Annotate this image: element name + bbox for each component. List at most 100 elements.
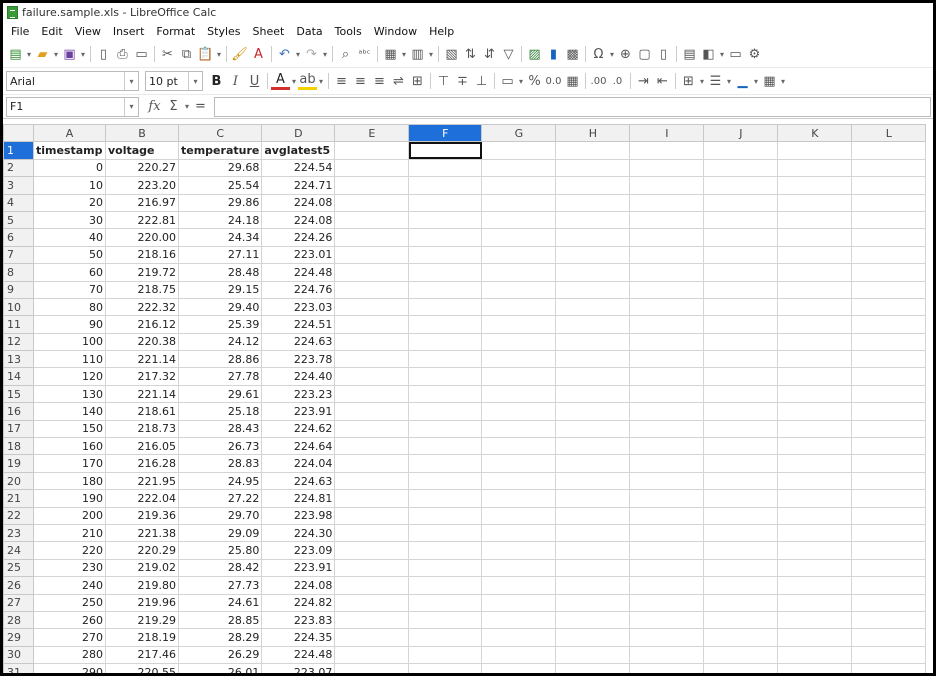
column-header-e[interactable]: E (334, 123, 410, 143)
cell-g18[interactable] (481, 437, 557, 456)
cell-c19[interactable]: 28.83 (177, 454, 263, 473)
cell-i31[interactable] (629, 663, 705, 673)
chevron-down-icon[interactable]: ▾ (124, 72, 138, 90)
cell-j21[interactable] (703, 489, 779, 508)
cell-h21[interactable] (555, 489, 631, 508)
cell-g25[interactable] (481, 558, 557, 578)
cell-e2[interactable] (334, 158, 410, 178)
copy-icon[interactable]: ⧉ (177, 44, 196, 64)
highlight-icon[interactable]: ab (298, 72, 317, 90)
cell-i15[interactable] (629, 384, 705, 404)
cell-e9[interactable] (334, 280, 410, 299)
cell-b4[interactable]: 216.97 (105, 193, 179, 212)
cell-k26[interactable] (777, 576, 853, 595)
cell-c3[interactable]: 25.54 (177, 176, 263, 195)
comment-icon[interactable]: ▢ (635, 44, 654, 64)
cell-k12[interactable] (777, 332, 853, 352)
cell-e4[interactable] (334, 193, 410, 212)
cell-k13[interactable] (777, 350, 853, 369)
cell-i2[interactable] (629, 158, 705, 178)
cell-l30[interactable] (851, 645, 927, 665)
undo-icon[interactable]: ↶ (275, 44, 294, 64)
cell-f3[interactable] (408, 176, 483, 195)
cell-j22[interactable] (703, 506, 779, 525)
cell-i26[interactable] (629, 576, 705, 595)
cell-a16[interactable]: 140 (33, 402, 106, 421)
cell-k1[interactable] (777, 141, 853, 160)
cell-k22[interactable] (777, 506, 853, 525)
cell-d5[interactable]: 224.08 (261, 210, 336, 230)
cell-i12[interactable] (629, 332, 705, 352)
cell-a2[interactable]: 0 (33, 158, 106, 178)
cell-a1[interactable]: timestamp (33, 141, 106, 160)
redo-icon[interactable]: ↷ (302, 44, 321, 64)
cell-a11[interactable]: 90 (33, 315, 106, 334)
function-wizard-icon[interactable]: fx (145, 97, 164, 117)
cell-c20[interactable]: 24.95 (177, 471, 263, 491)
align-bottom-icon[interactable]: ⊥ (472, 71, 491, 91)
cell-j12[interactable] (703, 332, 779, 352)
cell-b22[interactable]: 219.36 (105, 506, 179, 525)
cell-d1[interactable]: avglatest5 (261, 141, 336, 160)
cell-g4[interactable] (481, 193, 557, 212)
find-replace-icon[interactable]: ⌕ (336, 44, 355, 64)
cell-a14[interactable]: 120 (33, 367, 106, 386)
cell-h25[interactable] (555, 558, 631, 578)
cell-a24[interactable]: 220 (33, 541, 106, 560)
cell-a15[interactable]: 130 (33, 384, 106, 404)
cell-f8[interactable] (408, 263, 483, 282)
menu-edit[interactable]: Edit (35, 25, 68, 38)
cell-k4[interactable] (777, 193, 853, 212)
chevron-down-icon[interactable]: ▾ (779, 71, 787, 91)
cell-i23[interactable] (629, 523, 705, 543)
cell-b10[interactable]: 222.32 (105, 297, 179, 317)
cell-g28[interactable] (481, 610, 557, 630)
cell-a20[interactable]: 180 (33, 471, 106, 491)
pivot-table-icon[interactable]: ▩ (563, 44, 582, 64)
cell-j4[interactable] (703, 193, 779, 212)
cell-h11[interactable] (555, 315, 631, 334)
cell-g31[interactable] (481, 663, 557, 673)
cell-d26[interactable]: 224.08 (261, 576, 336, 595)
export-pdf-icon[interactable]: ▯ (94, 44, 113, 64)
cell-f14[interactable] (408, 367, 483, 386)
cell-k14[interactable] (777, 367, 853, 386)
select-all-corner[interactable] (3, 123, 34, 143)
cell-g10[interactable] (481, 297, 557, 317)
cell-f31[interactable] (408, 663, 483, 673)
cell-j6[interactable] (703, 228, 779, 247)
cell-f4[interactable] (408, 193, 483, 212)
cell-a7[interactable]: 50 (33, 245, 106, 265)
cell-l1[interactable] (851, 141, 927, 160)
cell-e15[interactable] (334, 384, 410, 404)
cell-l8[interactable] (851, 263, 927, 282)
column-header-d[interactable]: D (261, 123, 336, 143)
row-header[interactable]: 16 (3, 402, 34, 421)
cell-d11[interactable]: 224.51 (261, 315, 336, 334)
open-icon[interactable]: ▰ (33, 44, 52, 64)
cell-i5[interactable] (629, 210, 705, 230)
row-header[interactable]: 20 (3, 471, 34, 491)
cell-a30[interactable]: 280 (33, 645, 106, 665)
row-header[interactable]: 26 (3, 576, 34, 595)
cell-j10[interactable] (703, 297, 779, 317)
cell-h13[interactable] (555, 350, 631, 369)
cell-l6[interactable] (851, 228, 927, 247)
cell-j30[interactable] (703, 645, 779, 665)
column-header-c[interactable]: C (177, 123, 263, 143)
wrap-text-icon[interactable]: ⇌ (389, 71, 408, 91)
cell-b30[interactable]: 217.46 (105, 645, 179, 665)
cell-d20[interactable]: 224.63 (261, 471, 336, 491)
paste-icon[interactable]: 📋 (196, 44, 215, 64)
cell-a3[interactable]: 10 (33, 176, 106, 195)
cell-f27[interactable] (408, 593, 483, 612)
cell-c23[interactable]: 29.09 (177, 523, 263, 543)
cell-e28[interactable] (334, 610, 410, 630)
cell-f19[interactable] (408, 454, 483, 473)
cell-b2[interactable]: 220.27 (105, 158, 179, 178)
cell-c28[interactable]: 28.85 (177, 610, 263, 630)
cell-b26[interactable]: 219.80 (105, 576, 179, 595)
chevron-down-icon[interactable]: ▾ (725, 71, 733, 91)
cell-l16[interactable] (851, 402, 927, 421)
cell-h19[interactable] (555, 454, 631, 473)
